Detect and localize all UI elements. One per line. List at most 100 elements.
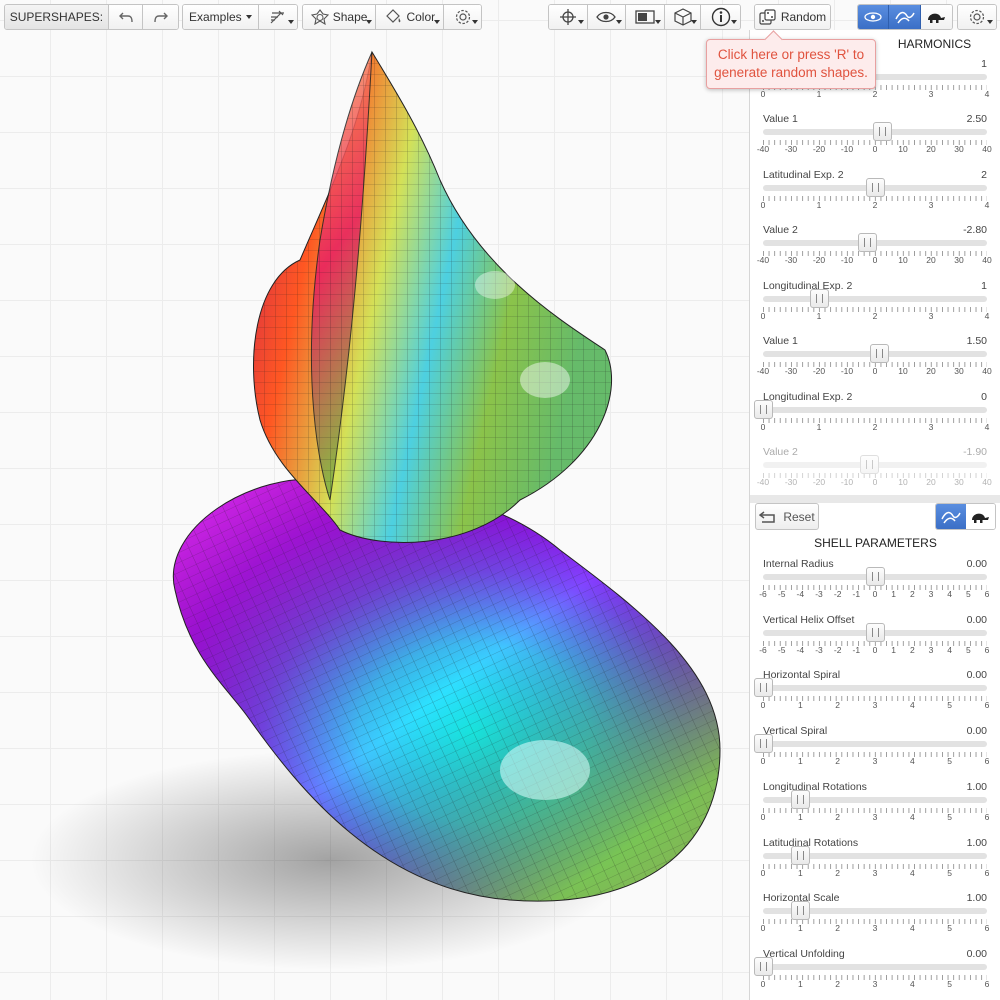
shell-wave-button[interactable]: [936, 504, 966, 529]
shell-slider[interactable]: Vertical Unfolding 0.00 0 1 2 3 4 5 6: [754, 947, 989, 1000]
slider-ticks: 0 1 2 3 4: [761, 421, 990, 434]
wave-mode-button[interactable]: [889, 5, 921, 29]
color-dropdown[interactable]: Color: [376, 5, 445, 29]
shell-turtle-button[interactable]: [965, 504, 995, 529]
tick-label: 0: [760, 310, 766, 321]
tick-label: 4: [947, 644, 953, 655]
tick-label: 3: [872, 978, 878, 989]
slider-value: -2.80: [963, 224, 987, 236]
tick-label: 20: [926, 144, 936, 154]
shell-slider[interactable]: Vertical Spiral 0.00 0 1 2 3 4 5 6: [754, 725, 990, 781]
shell-mode-group: [935, 503, 996, 530]
shape-dropdown[interactable]: Shape: [303, 5, 377, 29]
redo-button[interactable]: [143, 5, 178, 29]
slider-value: -1.90: [963, 446, 987, 458]
slider-track[interactable]: [763, 741, 987, 748]
tick-label: 2: [872, 310, 878, 321]
screen-icon: [635, 10, 655, 24]
shell-slider[interactable]: Vertical Helix Offset 0.00 -6 -5 -4 -3 -2 -1 0 1 2…: [759, 614, 989, 670]
slider-thumb[interactable]: [791, 845, 811, 865]
settings-button[interactable]: [444, 5, 481, 29]
shell-parameters-title: SHELL PARAMETERS: [814, 536, 937, 550]
tick-label: 1: [816, 89, 822, 99]
slider-track[interactable]: [763, 963, 987, 970]
tick-label: 3: [872, 756, 878, 767]
shell-slider[interactable]: Internal Radius 0.00 -6 -5 -4 -3 -2 -1 0 1 2 3 4 5 6: [759, 558, 989, 614]
shell-slider[interactable]: Horizontal Spiral 0.00 0 1 2 3 4 5 6: [754, 669, 989, 725]
slider-label: Value 2: [763, 224, 798, 236]
harmonics-slider[interactable]: Value 1 1.50 -40 -30 -20 -10 0 10 20 30 40: [757, 335, 992, 391]
viewport-canvas[interactable]: [0, 30, 748, 1000]
tick-label: -5: [777, 644, 786, 655]
reset-label: Reset: [783, 509, 815, 524]
display-mode-button[interactable]: [626, 5, 665, 29]
undo-button[interactable]: [108, 5, 144, 29]
slider-ticks: -6 -5 -4 -3 -2 -1 0 1 2 3 4 5 6: [759, 644, 989, 657]
orbit-mode-button[interactable]: [858, 5, 890, 29]
harmonics-slider[interactable]: Value 2 -2.80 -40 -30 -20 -10 0 10 20 30 40: [757, 224, 992, 280]
examples-dropdown[interactable]: Examples: [183, 5, 259, 29]
slider-ticks: -40 -30 -20 -10 0 10 20 30 40: [757, 144, 992, 156]
examples-label: Examples: [188, 10, 242, 24]
slider-label: Longitudinal Exp. 2: [763, 390, 853, 403]
tick-label: -30: [784, 144, 798, 154]
slider-ticks: 0 1 2 3 4 5 6: [761, 756, 990, 768]
slider-thumb[interactable]: [754, 956, 773, 976]
slider-thumb[interactable]: [860, 455, 880, 474]
slider-thumb[interactable]: [866, 177, 885, 197]
slider-label: Longitudinal Exp. 2: [763, 279, 853, 292]
harmonics-slider[interactable]: Longitudinal Exp. 2 1 0 1 2 3 4: [760, 279, 990, 336]
tick-label: -4: [796, 589, 805, 599]
random-button[interactable]: Random: [755, 5, 830, 29]
tick-label: 30: [954, 366, 964, 376]
turtle-mode-button[interactable]: [920, 5, 952, 29]
tick-label: 0: [760, 700, 766, 711]
slider-thumb[interactable]: [872, 122, 892, 141]
magic-wand-button[interactable]: [258, 5, 297, 29]
slider-thumb[interactable]: [754, 399, 773, 419]
slider-thumb[interactable]: [870, 344, 890, 363]
slider-thumb[interactable]: [754, 678, 773, 698]
tick-label: -20: [812, 144, 826, 154]
tick-label: 30: [954, 144, 964, 154]
tick-label: -20: [812, 477, 826, 487]
slider-ticks: 0 1 2 3 4 5 6: [761, 867, 990, 880]
slider-value: 2.50: [966, 113, 987, 125]
slider-thumb[interactable]: [791, 901, 811, 921]
slider-label: Vertical Unfolding: [763, 947, 845, 960]
tick-label: 40: [982, 366, 992, 376]
slider-label: Horizontal Spiral: [763, 669, 841, 682]
slider-thumb[interactable]: [866, 622, 885, 642]
slider-track[interactable]: [763, 295, 987, 302]
slider-value: 1.00: [966, 836, 987, 849]
magic-wand-icon: [270, 10, 284, 24]
slider-thumb[interactable]: [754, 734, 773, 754]
shell-slider[interactable]: Horizontal Scale 1.00 0 1 2 3 4 5 6: [761, 892, 990, 948]
tick-label: 2: [872, 421, 878, 432]
cube-view-button[interactable]: [664, 5, 702, 29]
info-button[interactable]: [701, 5, 740, 29]
reset-button[interactable]: Reset: [755, 503, 819, 530]
slider-track[interactable]: [763, 406, 987, 413]
tick-label: 1: [891, 589, 897, 599]
slider-thumb[interactable]: [810, 288, 829, 308]
tick-label: 3: [928, 421, 934, 432]
slider-ticks: -40 -30 -20 -10 0 10 20 30 40: [757, 477, 992, 489]
visibility-button[interactable]: [587, 5, 627, 29]
center-view-button[interactable]: [549, 5, 588, 29]
shell-slider[interactable]: Latitudinal Rotations 1.00 0 1 2 3 4 5 6: [761, 836, 990, 893]
harmonics-slider[interactable]: Latitudinal Exp. 2 2 0 1 2 3 4: [761, 169, 990, 225]
panel-settings-button[interactable]: [958, 5, 996, 29]
slider-ticks: -6 -5 -4 -3 -2 -1 0 1 2 3 4 5 6: [759, 589, 989, 601]
tick-label: 6: [984, 811, 990, 822]
slider-thumb[interactable]: [791, 789, 811, 809]
shell-slider[interactable]: Longitudinal Rotations 1.00 0 1 2 3 4 5 6: [761, 781, 990, 837]
slider-thumb[interactable]: [866, 567, 885, 586]
harmonics-slider[interactable]: Value 1 2.50 -40 -30 -20 -10 0 10 20 30 40: [757, 113, 992, 169]
slider-track[interactable]: [763, 685, 987, 692]
tick-label: 0: [872, 644, 878, 655]
slider-thumb[interactable]: [858, 233, 878, 252]
harmonics-slider[interactable]: Longitudinal Exp. 2 0 0 1 2 3 4: [754, 390, 990, 447]
tick-label: 2: [835, 867, 841, 878]
tick-label: 1: [816, 199, 822, 210]
